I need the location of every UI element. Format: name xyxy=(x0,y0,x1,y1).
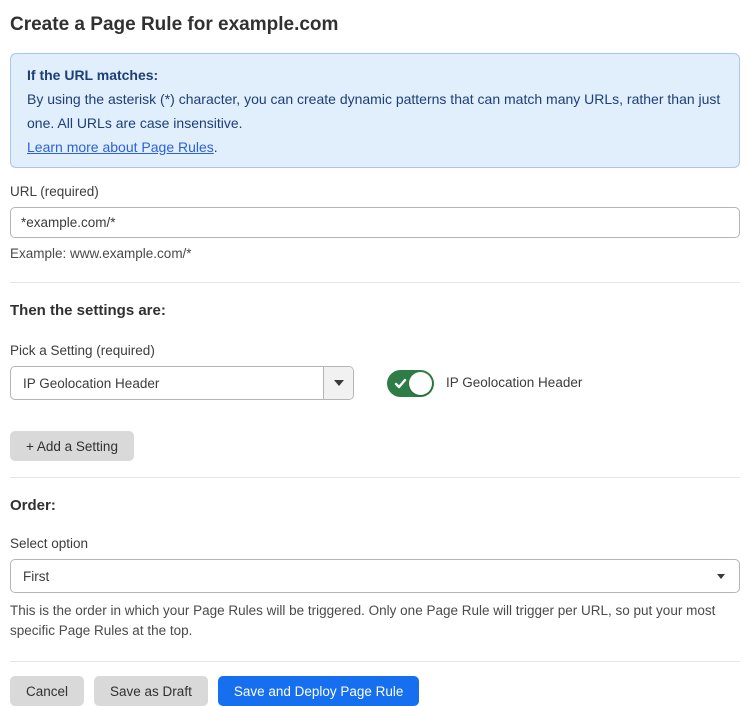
page-title: Create a Page Rule for example.com xyxy=(10,12,740,38)
footer-actions: Cancel Save as Draft Save and Deploy Pag… xyxy=(10,676,740,706)
setting-select-arrow-button[interactable] xyxy=(323,367,353,399)
order-select[interactable]: First xyxy=(10,559,740,593)
url-input[interactable] xyxy=(10,207,740,238)
order-select-caret-wrap xyxy=(717,574,739,579)
learn-more-link[interactable]: Learn more about Page Rules xyxy=(27,139,214,155)
divider xyxy=(10,477,740,478)
chevron-down-icon xyxy=(334,380,344,386)
order-select-value: First xyxy=(11,569,717,584)
setting-picker-column: Pick a Setting (required) IP Geolocation… xyxy=(10,343,354,400)
settings-section-heading: Then the settings are: xyxy=(10,302,740,319)
select-option-label: Select option xyxy=(10,536,740,551)
url-label: URL (required) xyxy=(10,184,740,199)
url-match-info-box: If the URL matches: By using the asteris… xyxy=(10,53,740,168)
page-rule-form: Create a Page Rule for example.com If th… xyxy=(0,0,750,706)
check-icon xyxy=(394,377,407,390)
chevron-down-icon xyxy=(717,574,725,579)
info-box-link-line: Learn more about Page Rules. xyxy=(27,135,723,159)
setting-row: Pick a Setting (required) IP Geolocation… xyxy=(10,343,740,400)
divider xyxy=(10,282,740,283)
add-setting-button[interactable]: + Add a Setting xyxy=(10,431,134,461)
setting-select[interactable]: IP Geolocation Header xyxy=(10,366,354,400)
info-box-body: By using the asterisk (*) character, you… xyxy=(27,87,723,135)
cancel-button[interactable]: Cancel xyxy=(10,676,84,706)
save-as-draft-button[interactable]: Save as Draft xyxy=(94,676,208,706)
order-helper-text: This is the order in which your Page Rul… xyxy=(10,601,740,641)
ip-geolocation-toggle[interactable] xyxy=(387,370,434,397)
setting-select-value: IP Geolocation Header xyxy=(11,376,323,391)
link-period: . xyxy=(214,139,218,155)
toggle-group: IP Geolocation Header xyxy=(387,370,582,397)
toggle-knob xyxy=(409,372,432,395)
divider xyxy=(10,661,740,662)
toggle-label: IP Geolocation Header xyxy=(446,375,582,390)
order-section-heading: Order: xyxy=(10,497,740,514)
pick-setting-label: Pick a Setting (required) xyxy=(10,343,354,358)
url-example-helper: Example: www.example.com/* xyxy=(10,244,740,264)
info-box-heading: If the URL matches: xyxy=(27,63,723,87)
save-and-deploy-button[interactable]: Save and Deploy Page Rule xyxy=(218,676,420,706)
